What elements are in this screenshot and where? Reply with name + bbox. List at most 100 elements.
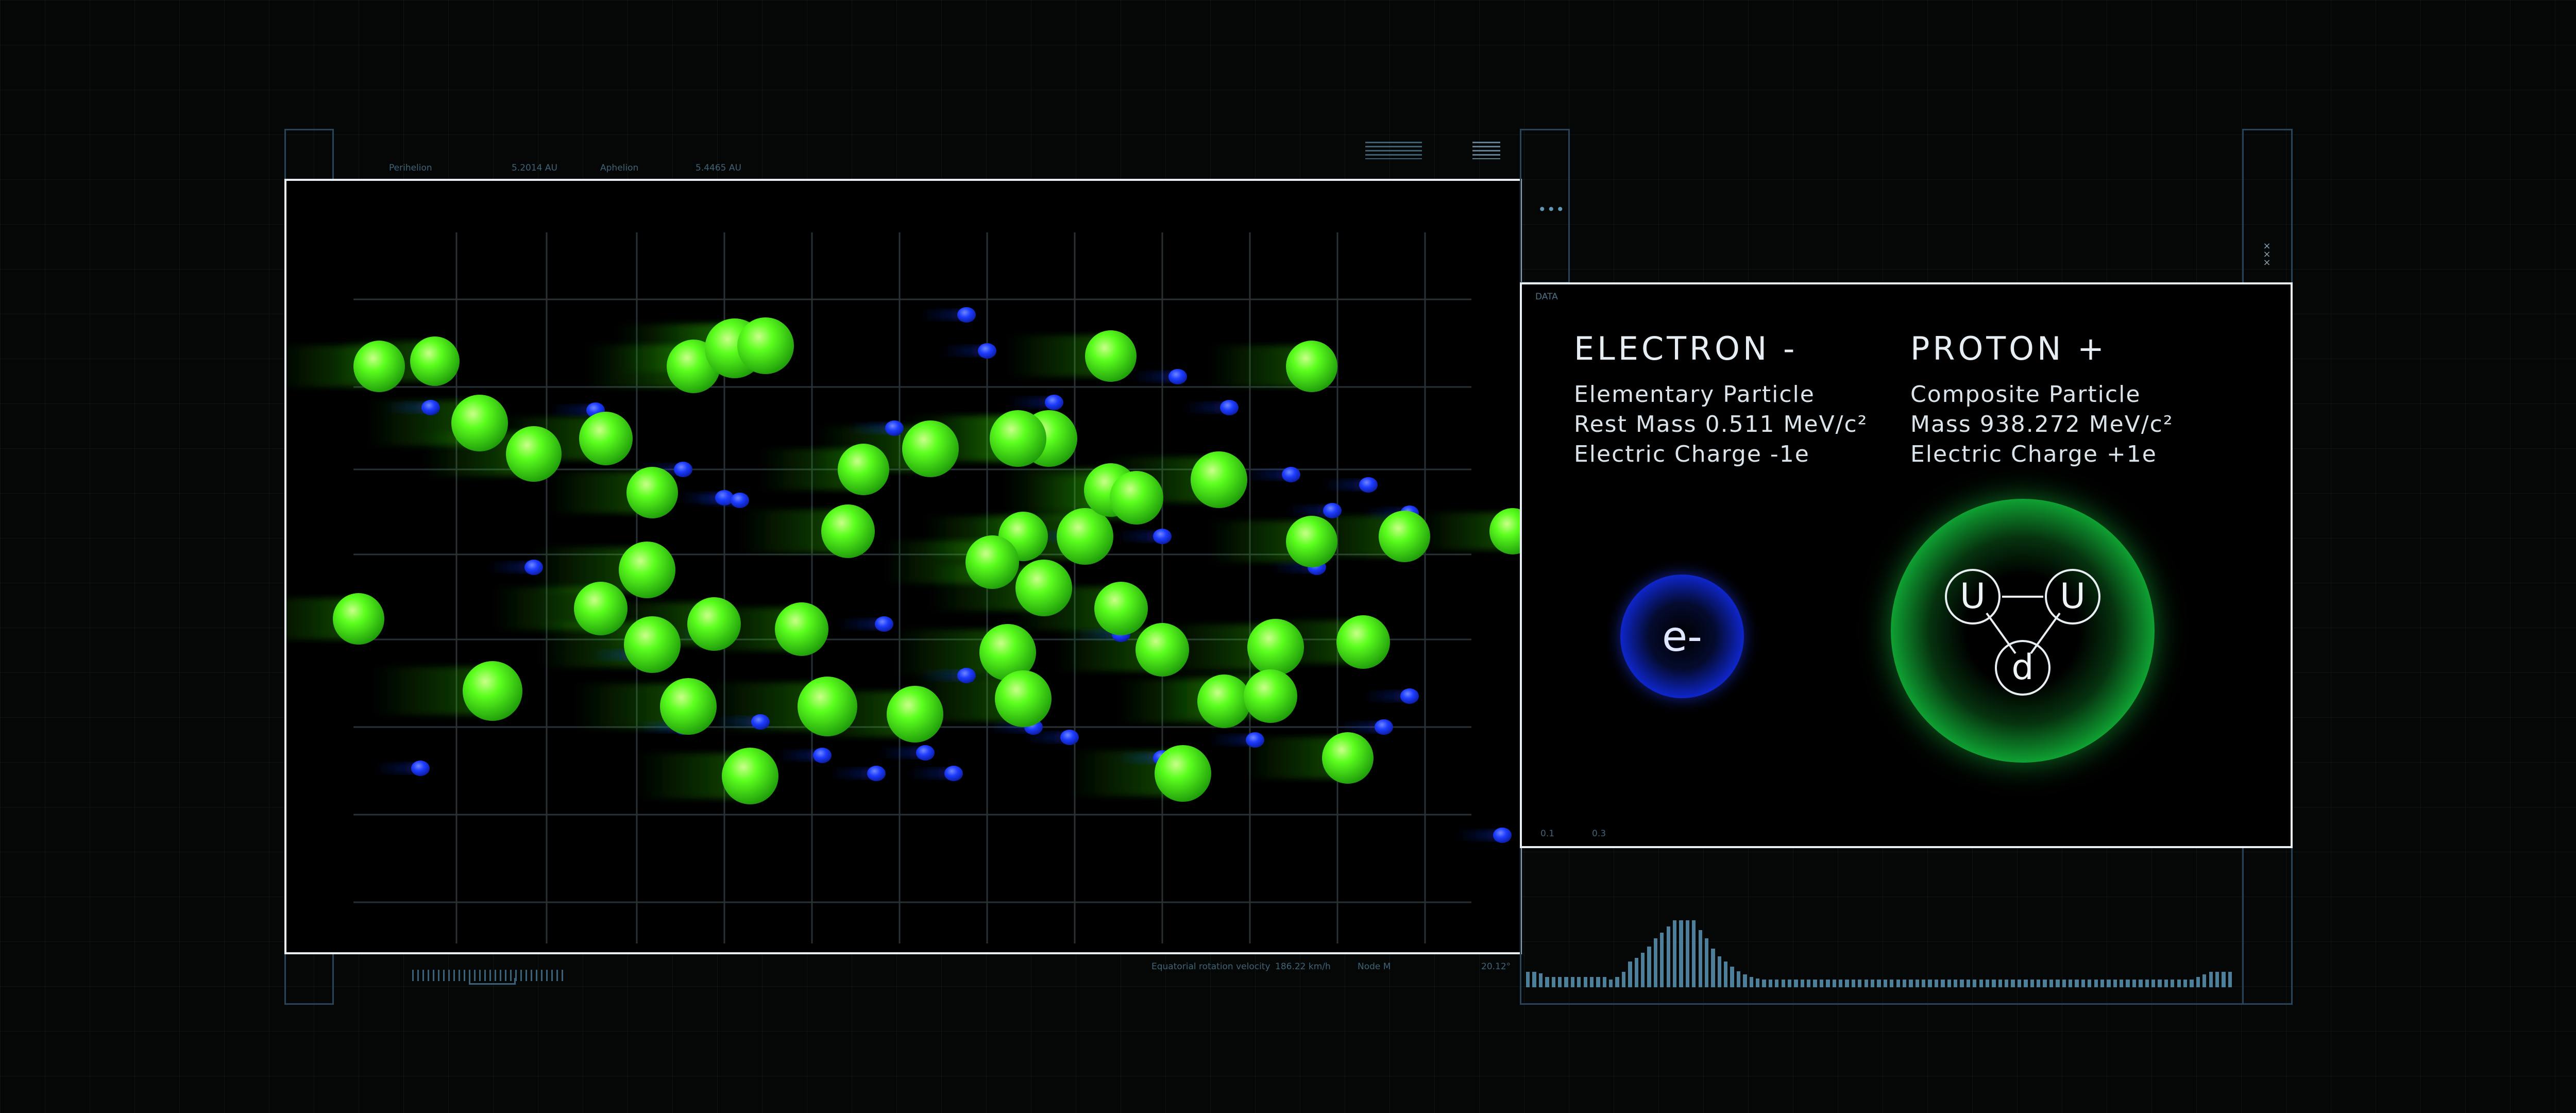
histogram-bar xyxy=(2030,980,2034,987)
electron-particle xyxy=(1400,688,1419,704)
histogram-bar xyxy=(1736,971,1741,987)
histogram-bar xyxy=(1526,972,1530,987)
proton-particle xyxy=(660,678,717,735)
data-panel-header: DATA xyxy=(1535,292,1558,302)
histogram-bar xyxy=(2190,980,2194,987)
histogram-bar xyxy=(1570,977,1575,987)
histogram-bar xyxy=(1641,953,1645,987)
histogram-bar xyxy=(1609,980,1613,987)
histogram-bar xyxy=(1973,980,1977,987)
proton-particle xyxy=(798,677,857,736)
proton-particle xyxy=(1155,745,1211,802)
electron-particle xyxy=(1323,503,1342,518)
histogram-bar xyxy=(1800,980,1805,987)
electron-particle xyxy=(957,668,976,683)
proton-particle xyxy=(687,597,741,651)
histogram-bar xyxy=(1615,977,1619,987)
histogram-bar xyxy=(1762,980,1766,987)
proton-particle xyxy=(353,341,405,392)
histogram-bar xyxy=(1966,980,1971,987)
proton-particle xyxy=(1094,582,1148,635)
electron-particle xyxy=(1168,369,1187,384)
histogram-bar xyxy=(1660,933,1664,987)
electron-particle xyxy=(813,748,832,763)
histogram-bar xyxy=(2183,980,2188,987)
bottom-value-rotation: 186.22 km/h xyxy=(1275,962,1331,972)
proton-particle xyxy=(1286,341,1337,392)
histogram-bar xyxy=(2049,980,2054,987)
electron-particle xyxy=(674,462,692,477)
proton-particle xyxy=(775,602,828,656)
histogram-bar xyxy=(1672,920,1677,987)
proton-particle xyxy=(451,395,508,451)
histogram-bar xyxy=(2005,980,2009,987)
proton-particle xyxy=(1057,508,1113,565)
histogram-bar xyxy=(1634,958,1638,987)
proton-particle xyxy=(902,420,959,477)
proton-particle xyxy=(1379,511,1430,562)
histogram-bar xyxy=(1992,980,1996,987)
histogram-bar xyxy=(1794,980,1798,987)
electron-sphere[interactable]: e- xyxy=(1620,575,1744,698)
histogram-bar xyxy=(1979,980,1983,987)
histogram-bar xyxy=(2043,980,2047,987)
proton-particle xyxy=(1247,619,1304,676)
proton-particle xyxy=(1015,560,1072,616)
electron-particle xyxy=(1045,395,1063,410)
electron-particle xyxy=(1246,732,1264,748)
histogram-bar xyxy=(1915,980,1919,987)
electron-particle xyxy=(916,745,935,761)
electron-particle xyxy=(1375,719,1393,735)
histogram-bar xyxy=(2145,980,2149,987)
electron-particle xyxy=(1359,477,1378,493)
data-footer-tick-1: 0.1 xyxy=(1540,829,1555,839)
histogram-bar xyxy=(1934,980,1939,987)
electron-mass: Rest Mass 0.511 MeV/c² xyxy=(1574,411,1868,437)
histogram-bar xyxy=(2139,980,2143,987)
histogram-bar xyxy=(1557,977,1562,987)
histogram-bar xyxy=(2202,974,2207,987)
histogram-bar xyxy=(1628,962,1632,987)
histogram-bar xyxy=(1858,980,1862,987)
histogram-bar xyxy=(1813,980,1817,987)
histogram-bar xyxy=(1768,980,1773,987)
proton-particle xyxy=(1286,516,1337,567)
histogram-bar xyxy=(2132,980,2137,987)
electron-particle xyxy=(1060,730,1079,745)
data-footer-tick-2: 0.3 xyxy=(1592,829,1606,839)
top-value-aphelion: 5.4465 AU xyxy=(696,163,741,173)
close-x-icon[interactable]: × × × xyxy=(2259,242,2275,267)
histogram-bar xyxy=(1685,920,1690,987)
histogram-bar xyxy=(1954,980,1958,987)
histogram-bar xyxy=(1551,977,1555,987)
electron-type: Elementary Particle xyxy=(1574,381,1815,408)
proton-particle xyxy=(410,336,460,386)
proton-sphere[interactable]: U U d xyxy=(1891,499,2155,763)
proton-particle xyxy=(463,661,522,721)
proton-particle xyxy=(506,426,562,482)
quark-u-right: U xyxy=(2060,576,2086,617)
histogram-bar xyxy=(1538,973,1543,987)
electron-particle xyxy=(751,714,770,730)
histogram-bar xyxy=(2228,972,2232,987)
histogram-bar xyxy=(2056,980,2060,987)
histogram-bar xyxy=(1928,980,1932,987)
histogram-bar xyxy=(1787,980,1792,987)
histogram-bar xyxy=(2024,980,2028,987)
histogram-bar xyxy=(1717,956,1721,987)
histogram-bar xyxy=(1877,980,1881,987)
proton-particle xyxy=(887,686,943,743)
more-dots-icon[interactable]: ••• xyxy=(1538,201,1565,218)
histogram-bar xyxy=(2113,980,2117,987)
histogram-bar xyxy=(1679,920,1683,987)
particle-viewport[interactable] xyxy=(284,179,1522,954)
histogram-bar xyxy=(1698,930,1702,987)
proton-title: PROTON + xyxy=(1910,330,2107,367)
histogram-bar xyxy=(2068,980,2073,987)
histogram-bar xyxy=(1564,977,1568,987)
histogram-bar xyxy=(1711,949,1715,987)
bottom-value-node: 20.12° xyxy=(1481,962,1511,972)
histogram-bar xyxy=(1941,980,1945,987)
histogram-bar xyxy=(1583,977,1587,987)
histogram-bar xyxy=(2209,972,2213,987)
